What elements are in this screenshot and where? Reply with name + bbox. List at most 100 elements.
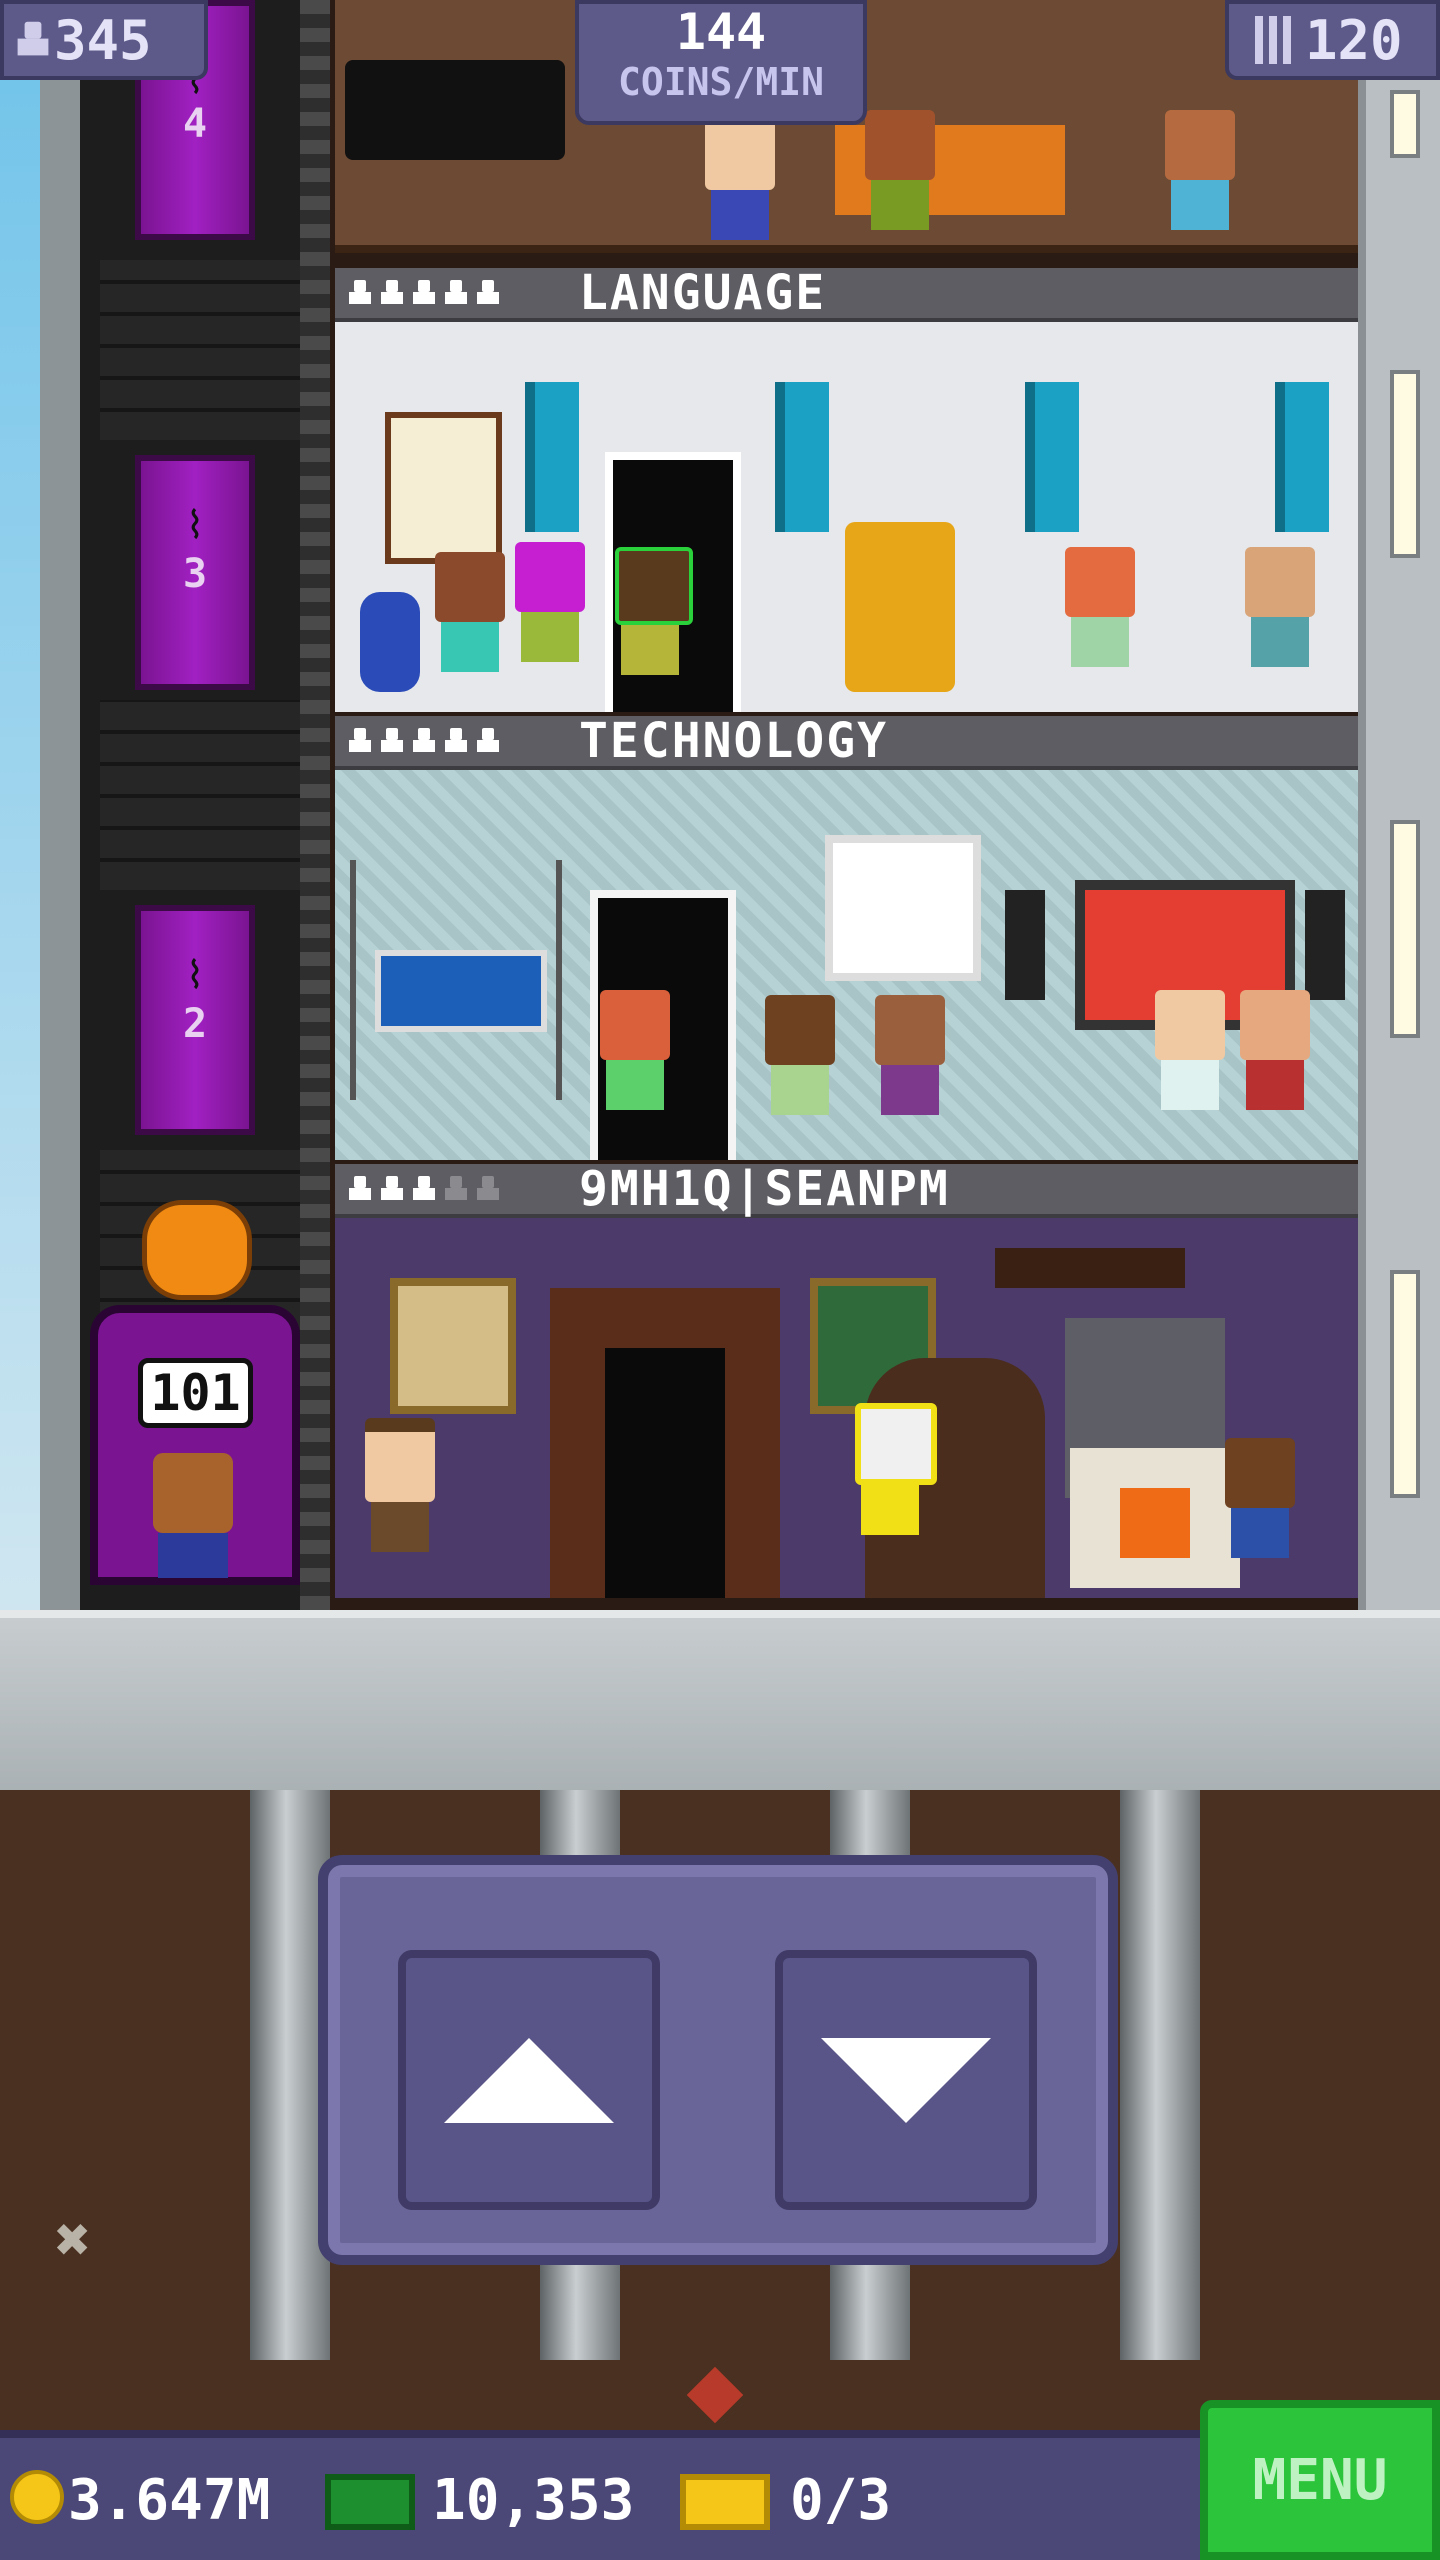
fireplace: [1070, 1448, 1240, 1588]
bitizen: [855, 1403, 937, 1535]
room-interior: [335, 770, 1360, 1160]
floor-number-label: 2: [182, 1001, 208, 1047]
bitizen: [705, 120, 775, 240]
bitizen: [875, 995, 945, 1115]
bitizen: [1165, 110, 1235, 230]
pillar-decor: [1025, 382, 1079, 532]
person-icon: [349, 280, 371, 306]
elevator-floor-indicator: 101: [138, 1358, 253, 1428]
vase: [360, 592, 420, 692]
portrait: [390, 1278, 516, 1414]
building-icon: [1255, 16, 1291, 64]
elevator-up-button[interactable]: [398, 1950, 660, 2210]
menu-label: MENU: [1252, 2447, 1388, 2513]
chandelier: [995, 1248, 1185, 1288]
bitizen: [615, 547, 693, 675]
bux-value: 10,353: [432, 2468, 635, 2533]
window: [1390, 370, 1420, 558]
coin-icon: [10, 2470, 64, 2524]
floor-number-label: 4: [182, 101, 208, 147]
bone-icon: ✖: [55, 2205, 92, 2275]
floor-name: 9MH1Q|SEANPM: [579, 1161, 950, 1217]
person-icon: [445, 728, 467, 754]
person-icon: [381, 1176, 403, 1202]
floor-header: 9MH1Q|SEANPM: [335, 1161, 1360, 1218]
floor-spooky-apartment[interactable]: 9MH1Q|SEANPM: [335, 1161, 1360, 1598]
person-icon: [381, 280, 403, 306]
floor-name: TECHNOLOGY: [579, 713, 888, 769]
person-icon: [477, 280, 499, 306]
elevator-cab[interactable]: 101: [90, 1305, 300, 1585]
bitizen-passenger: [153, 1453, 233, 1533]
population-counter[interactable]: 345: [0, 0, 208, 80]
floor-technology[interactable]: TECHNOLOGY: [335, 713, 1360, 1160]
person-icon: [413, 728, 435, 754]
pillar-decor: [1275, 382, 1329, 532]
bitizen: [515, 542, 585, 662]
elevator-control-panel: [318, 1855, 1118, 2265]
coins-rate-panel[interactable]: 144 COINS/MIN: [575, 0, 867, 125]
star-rating: [335, 280, 579, 306]
floor-divider: [335, 245, 1360, 253]
bat-icon: ⌇: [185, 503, 205, 547]
person-icon: [349, 1176, 371, 1202]
bitizen: [1245, 547, 1315, 667]
pumpkin-icon: [142, 1200, 252, 1300]
coins-value: 3.647M: [68, 2468, 271, 2533]
elevator-down-button[interactable]: [775, 1950, 1037, 2210]
window: [1390, 1270, 1420, 1498]
person-icon: [477, 728, 499, 754]
bitizen: [865, 110, 935, 230]
floor-language[interactable]: LANGUAGE: [335, 265, 1360, 712]
population-value: 345: [54, 8, 152, 72]
window: [1390, 820, 1420, 1038]
window-blinds: [825, 835, 981, 981]
bitizen: [1240, 990, 1310, 1110]
floor-header: LANGUAGE: [335, 265, 1360, 322]
vip-value: 0/3: [790, 2468, 892, 2533]
speaker: [1005, 890, 1045, 1000]
person-icon: [445, 280, 467, 306]
bitizen: [1155, 990, 1225, 1110]
window: [1390, 90, 1420, 158]
floor-header: TECHNOLOGY: [335, 713, 1360, 770]
vip-ticket-icon: [680, 2474, 770, 2530]
shaft-wall: [100, 700, 310, 890]
person-icon: [381, 728, 403, 754]
scroll-painting: [385, 412, 502, 564]
haunted-door-frame: [550, 1288, 780, 1598]
floor-counter[interactable]: 120: [1225, 0, 1440, 80]
person-icon: [413, 1176, 435, 1202]
person-icon: [445, 1176, 467, 1202]
room-interior: [335, 1218, 1360, 1598]
computer-monitors: [375, 950, 547, 1032]
bat-icon: ⌇: [185, 953, 205, 997]
foundation-pillar: [1120, 1790, 1200, 2360]
star-rating: [335, 728, 579, 754]
bitizen: [365, 1418, 435, 1552]
coins-rate-unit: COINS/MIN: [618, 60, 824, 104]
shaft-rail: [300, 0, 330, 1610]
bitizen: [1065, 547, 1135, 667]
floor-count-value: 120: [1305, 8, 1403, 72]
star-rating: [335, 1176, 579, 1202]
speaker: [1305, 890, 1345, 1000]
floor-name: LANGUAGE: [579, 265, 827, 321]
person-icon: [349, 728, 371, 754]
bitizen: [765, 995, 835, 1115]
person-icon: [17, 21, 49, 58]
bitizen: [1225, 1438, 1295, 1558]
bitizen-passenger-body: [158, 1533, 228, 1578]
elevator-floor-3: 3: [135, 455, 255, 690]
fire: [1120, 1488, 1190, 1558]
room-interior: [335, 322, 1360, 712]
golden-throne: [845, 522, 955, 692]
bitizen: [435, 552, 505, 672]
menu-button[interactable]: MENU: [1200, 2400, 1440, 2560]
person-icon: [413, 280, 435, 306]
up-arrow-icon: [444, 2037, 614, 2123]
person-icon: [477, 1176, 499, 1202]
down-arrow-icon: [821, 2037, 991, 2123]
elevator-floor-2: 2: [135, 905, 255, 1135]
elevator-shaft: 4 ⌇ 3 ⌇ 2 ⌇ 101: [80, 0, 330, 1610]
